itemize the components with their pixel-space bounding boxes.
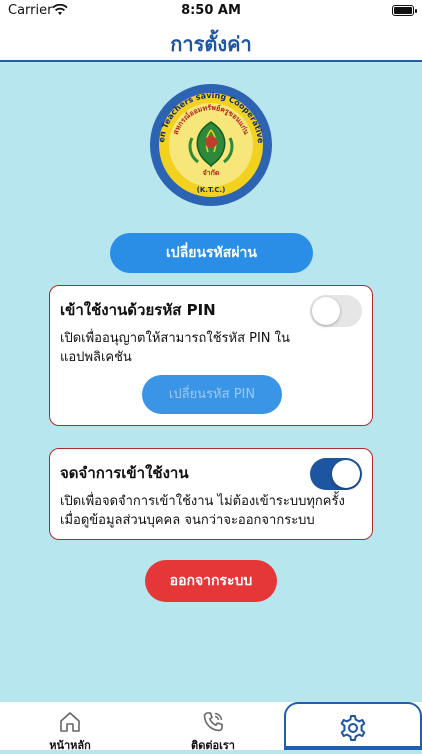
home-icon bbox=[60, 712, 80, 732]
svg-text:จำกัด: จำกัด bbox=[203, 169, 220, 177]
tab-home[interactable]: หน้าหลัก bbox=[20, 702, 120, 752]
tab-settings[interactable] bbox=[284, 702, 422, 750]
tab-contact[interactable]: ติดต่อเรา bbox=[163, 702, 263, 752]
pin-card-title: เข้าใช้งานด้วยรหัส PIN bbox=[60, 301, 216, 319]
nav-bar: การตั้งค่า bbox=[0, 22, 422, 62]
svg-text:(K.T.C.): (K.T.C.) bbox=[197, 186, 226, 194]
pin-login-card: เข้าใช้งานด้วยรหัส PIN เปิดเพื่ออนุญาตให… bbox=[49, 285, 373, 426]
change-password-button[interactable]: เปลี่ยนรหัสผ่าน bbox=[110, 233, 313, 273]
logout-button[interactable]: ออกจากระบบ bbox=[145, 560, 277, 602]
pin-toggle[interactable] bbox=[310, 295, 362, 327]
remember-card-description: เปิดเพื่อจดจำการเข้าใช้งาน ไม่ต้องเข้าระ… bbox=[60, 494, 345, 528]
remember-card-title: จดจำการเข้าใช้งาน bbox=[60, 464, 189, 482]
battery-icon bbox=[392, 5, 417, 16]
page-title: การตั้งค่า bbox=[170, 32, 252, 56]
status-time: 8:50 AM bbox=[181, 3, 241, 18]
gear-icon bbox=[340, 715, 366, 741]
phone-icon bbox=[203, 712, 223, 732]
active-tab-indicator bbox=[284, 746, 422, 750]
cooperative-logo: Khon Kaen Teachers saving Cooperative Li… bbox=[148, 82, 272, 206]
remember-toggle[interactable] bbox=[310, 458, 362, 490]
pin-card-description: เปิดเพื่ออนุญาตให้สามารถใช้รหัส PIN ใน แ… bbox=[60, 331, 290, 365]
remember-login-card: จดจำการเข้าใช้งาน เปิดเพื่อจดจำการเข้าใช… bbox=[49, 448, 373, 540]
tab-home-label: หน้าหลัก bbox=[49, 739, 91, 752]
tab-bar: หน้าหลัก ติดต่อเรา bbox=[0, 702, 422, 752]
status-bar: Carrier 8:50 AM bbox=[0, 0, 422, 22]
tab-contact-label: ติดต่อเรา bbox=[191, 739, 235, 752]
change-pin-button[interactable]: เปลี่ยนรหัส PIN bbox=[142, 375, 282, 414]
